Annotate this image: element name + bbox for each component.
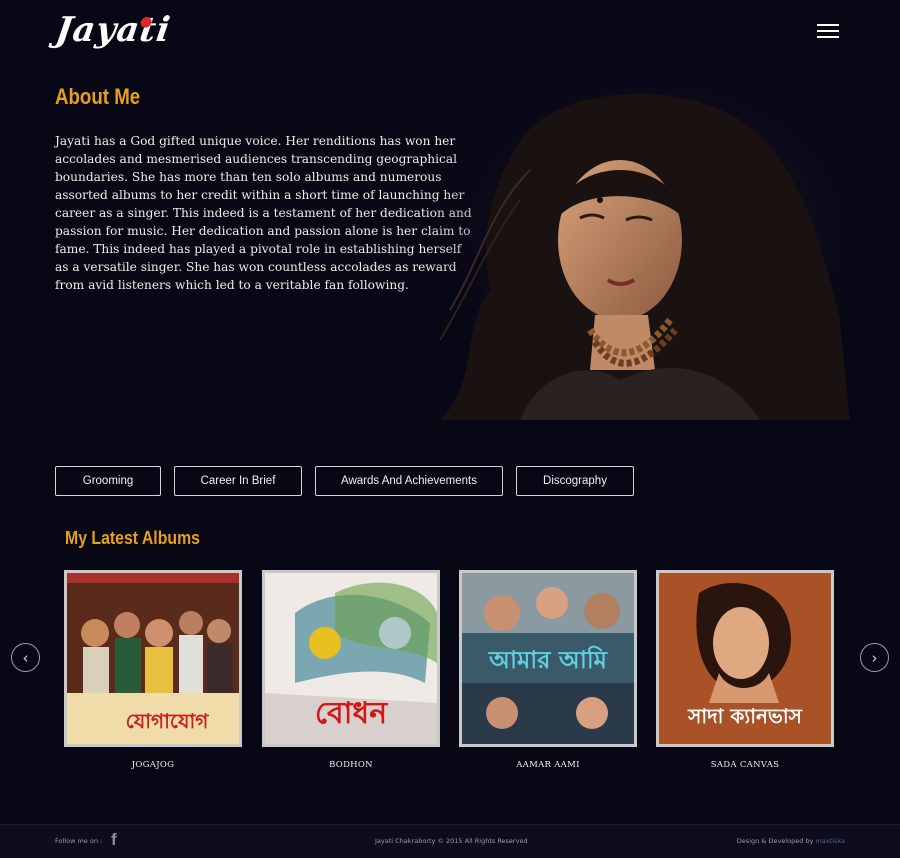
chevron-left-icon[interactable]: ‹ [11, 643, 40, 672]
hamburger-menu-icon[interactable] [817, 24, 839, 38]
chevron-right-icon[interactable]: › [860, 643, 889, 672]
album-card-aamar-aami[interactable]: আমার আমি AAMAR AAMI [459, 570, 637, 770]
tab-discography[interactable]: Discography [516, 466, 634, 496]
album-cover-aamar-aami[interactable]: আমার আমি [459, 570, 637, 747]
album-cover-jogajog[interactable]: যোগাযোগ [64, 570, 242, 747]
album-cover-bodhon[interactable]: বোধন [262, 570, 440, 747]
tab-bar: Grooming Career In Brief Awards And Achi… [55, 466, 634, 496]
developer-prefix: Design & Developed by [736, 837, 814, 845]
about-text: Jayati has a God gifted unique voice. He… [55, 134, 472, 292]
cover-title-bodhon: বোধন [315, 696, 388, 731]
albums-title: My Latest Albums [65, 528, 200, 548]
developer-credit: Design & Developed by maxtiska [737, 837, 845, 845]
cover-title-aamar-aami: আমার আমি [488, 645, 609, 674]
tab-career-in-brief[interactable]: Career In Brief [174, 466, 302, 496]
footer: Follow me on : f Jayati Chakraborty © 20… [0, 824, 900, 858]
album-card-jogajog[interactable]: যোগাযোগ JOGAJOG [64, 570, 242, 770]
facebook-icon[interactable]: f [111, 830, 117, 850]
cover-title-sada-canvas: সাদা ক্যানভাস [687, 704, 803, 728]
album-name-sada-canvas: SADA CANVAS [710, 760, 780, 770]
cover-title-jogajog: যোগাযোগ [126, 709, 210, 733]
album-cover-sada-canvas[interactable]: সাদা ক্যানভাস [656, 570, 834, 747]
about-title: About Me [55, 84, 141, 109]
singer-portrait [420, 80, 850, 420]
logo-accent-mark: ● [139, 14, 155, 30]
copyright-text: Jayati Chakraborty © 2015 All Rights Res… [375, 837, 528, 845]
developer-link[interactable]: maxtiska [815, 837, 845, 845]
album-card-bodhon[interactable]: বোধন BODHON [262, 570, 440, 770]
logo-text: Jayati [53, 10, 174, 50]
album-name-aamar-aami: AAMAR AAMI [516, 760, 580, 770]
follow-label: Follow me on : [55, 837, 103, 845]
tab-grooming[interactable]: Grooming [55, 466, 161, 496]
album-name-bodhon: BODHON [329, 760, 373, 770]
album-card-sada-canvas[interactable]: সাদা ক্যানভাস SADA CANVAS [656, 570, 834, 770]
site-logo[interactable]: Jayati ● [53, 10, 173, 50]
album-name-jogajog: JOGAJOG [131, 760, 175, 770]
tab-awards-and-achievements[interactable]: Awards And Achievements [315, 466, 503, 496]
